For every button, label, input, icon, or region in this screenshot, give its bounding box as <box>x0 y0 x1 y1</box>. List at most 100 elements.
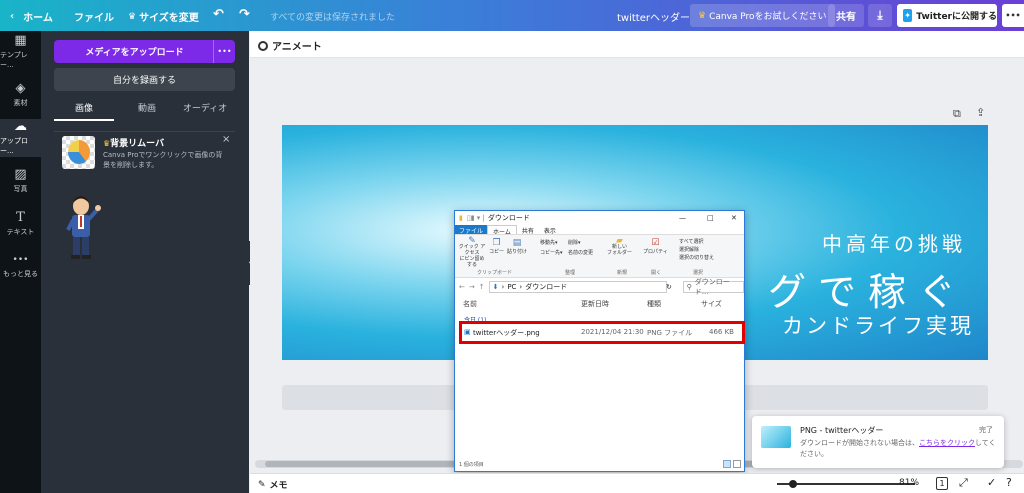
zoom-level[interactable]: 81% <box>899 478 919 488</box>
download-notification: PNG - twitterヘッダー 完了 ダウンロードが開始されない場合は、こち… <box>752 416 1004 468</box>
share-button[interactable]: 共有 <box>828 4 864 27</box>
bottom-bar: ✎ メモ 81% 1 ⤢ ✓ ? <box>250 473 1024 493</box>
delete-button[interactable]: 削除▾ <box>568 239 581 246</box>
rail-more[interactable]: ••• もっと見る <box>0 247 41 285</box>
done-button[interactable]: 完了 <box>979 425 993 435</box>
more-options-button[interactable]: ••• <box>1002 4 1024 27</box>
new-folder-button[interactable]: ▰ 新しい フォルダー <box>607 237 632 257</box>
refresh-icon[interactable]: ↻ <box>666 283 672 291</box>
rail-uploads[interactable]: ☁ アップロー... <box>0 119 41 157</box>
notes-icon: ✎ <box>258 479 266 490</box>
promo-thumbnail <box>62 136 95 169</box>
add-page-icon[interactable]: ⇪ <box>976 106 985 119</box>
copy-to-button[interactable]: コピー先▾ <box>540 249 563 256</box>
promo-title: ♛背景リムーバ <box>103 139 165 149</box>
upload-media-button[interactable]: メディアをアップロード <box>54 40 235 63</box>
address-bar-row: ← → ↑ ⬇ › PC › ダウンロード ↻ ⚲ ダウンロード... <box>455 278 744 296</box>
fullscreen-icon[interactable]: ⤢ <box>959 476 968 490</box>
uploaded-image-thumbnail[interactable] <box>59 194 107 260</box>
upload-more-button[interactable]: ••• <box>213 40 235 63</box>
invert-selection-button[interactable]: 選択の切り替え <box>679 254 714 261</box>
notes-button[interactable]: ✎ メモ <box>258 478 288 492</box>
help-icon[interactable]: ? <box>1006 476 1012 489</box>
select-all-button[interactable]: すべて選択 <box>679 238 703 245</box>
rail-photos[interactable]: ▨ 写真 <box>0 162 41 200</box>
column-modified[interactable]: 更新日時 <box>581 299 609 309</box>
rail-elements[interactable]: ◈ 素材 <box>0 76 41 114</box>
headline-line-3[interactable]: カンドライフ実現 <box>782 310 974 340</box>
back-icon[interactable]: ← <box>459 283 465 291</box>
address-bar[interactable]: ⬇ › PC › ダウンロード ↻ <box>488 281 672 293</box>
close-window-button[interactable]: ✕ <box>731 214 737 222</box>
group-label-clipboard: クリップボード <box>477 270 513 276</box>
close-icon[interactable]: × <box>222 134 230 145</box>
status-bar-text: 1 個の項目 <box>459 462 484 468</box>
headline-line-1[interactable]: 中高年の挑戦 <box>822 228 966 257</box>
page-count-button[interactable]: 1 <box>936 477 948 490</box>
zoom-slider[interactable] <box>777 480 915 488</box>
more-icon: ••• <box>12 255 29 265</box>
ribbon-tab-view[interactable]: 表示 <box>539 225 561 235</box>
man-illustration <box>66 196 101 259</box>
background-remover-promo[interactable]: ♛背景リムーバ Canva Proでワンクリックで画像の背景を削除します。 × <box>54 132 235 180</box>
publish-twitter-button[interactable]: ✦ Twitterに公開する <box>897 4 997 27</box>
editor-toolbar: アニメート <box>250 31 1024 58</box>
check-circle-icon[interactable]: ✓ <box>987 476 996 489</box>
record-yourself-button[interactable]: 自分を録画する <box>54 68 235 91</box>
headline-line-2[interactable]: グで稼ぐ <box>768 261 968 316</box>
column-headers: 名前 更新日時 種類 サイズ <box>455 297 744 311</box>
minimize-button[interactable]: — <box>679 214 686 222</box>
active-tab-indicator <box>54 119 114 121</box>
file-type: PNG ファイル <box>647 329 693 337</box>
search-box[interactable]: ⚲ ダウンロード... <box>682 278 744 296</box>
details-view-icon[interactable] <box>723 460 731 468</box>
chevron-left-icon: ‹ <box>10 11 15 22</box>
maximize-button[interactable]: □ <box>707 214 714 222</box>
rename-button[interactable]: 名前の変更 <box>568 249 593 256</box>
move-to-button[interactable]: 移動先▾ <box>540 239 558 246</box>
forward-icon[interactable]: → <box>469 283 475 291</box>
click-here-link[interactable]: こちらをクリック <box>919 439 975 447</box>
file-row[interactable]: ▣ twitterヘッダー.png 2021/12/04 21:30 PNG フ… <box>462 324 742 341</box>
promo-text: Canva Proでワンクリックで画像の背景を削除します。 <box>103 151 223 169</box>
tab-videos[interactable]: 動画 <box>119 101 175 114</box>
large-icons-view-icon[interactable] <box>733 460 741 468</box>
zoom-slider-handle[interactable] <box>789 480 797 488</box>
download-icon[interactable]: ⤓ <box>868 4 892 27</box>
properties-button[interactable]: ☑ プロパティ <box>643 238 668 255</box>
select-none-button[interactable]: 選択解除 <box>679 246 699 253</box>
tab-audio[interactable]: オーディオ <box>175 101 235 114</box>
animate-icon <box>258 40 268 51</box>
animate-button[interactable]: アニメート <box>258 38 322 53</box>
up-icon[interactable]: ↑ <box>479 283 485 291</box>
resize-button[interactable]: ♛ サイズを変更 <box>128 9 199 25</box>
file-menu[interactable]: ファイル <box>74 9 114 24</box>
redo-icon[interactable]: ↷ <box>239 7 250 22</box>
home-button[interactable]: ‹ ホーム <box>10 9 53 24</box>
toast-title: PNG - twitterヘッダー <box>800 426 884 435</box>
ribbon-tab-share[interactable]: 共有 <box>517 225 539 235</box>
tab-images[interactable]: 画像 <box>54 101 114 114</box>
ribbon-tab-file[interactable]: ファイル <box>455 225 488 235</box>
column-name[interactable]: 名前 <box>463 299 477 309</box>
crown-icon: ♛ <box>698 10 707 21</box>
top-bar: ‹ ホーム ファイル ♛ サイズを変更 ↶ ↷ すべての変更は保存されました twi… <box>0 0 1024 31</box>
undo-icon[interactable]: ↶ <box>213 7 224 22</box>
pin-quick-access-button[interactable]: ✎ クイック アクセス にピン留めする <box>458 237 486 269</box>
column-size[interactable]: サイズ <box>701 299 722 309</box>
design-title[interactable]: twitterヘッダー <box>617 9 690 24</box>
copy-button[interactable]: ❐ コピー <box>489 238 504 255</box>
column-type[interactable]: 種類 <box>647 299 661 309</box>
try-pro-button[interactable]: ♛ Canva Proをお試しください <box>690 4 835 27</box>
save-status: すべての変更は保存されました <box>270 13 396 23</box>
group-label-organize: 整理 <box>565 270 576 276</box>
file-size: 466 KB <box>709 328 734 336</box>
paste-button[interactable]: ▤ 貼り付け <box>507 238 527 255</box>
rail-templates[interactable]: ▦ テンプレー... <box>0 33 41 71</box>
rail-text[interactable]: T テキスト <box>0 205 41 243</box>
text-icon: T <box>16 210 25 225</box>
file-name: twitterヘッダー.png <box>473 329 540 337</box>
twitter-icon: ✦ <box>903 9 913 22</box>
ribbon-tab-home[interactable]: ホーム <box>487 225 517 236</box>
duplicate-page-icon[interactable]: ⧉ <box>953 107 961 121</box>
